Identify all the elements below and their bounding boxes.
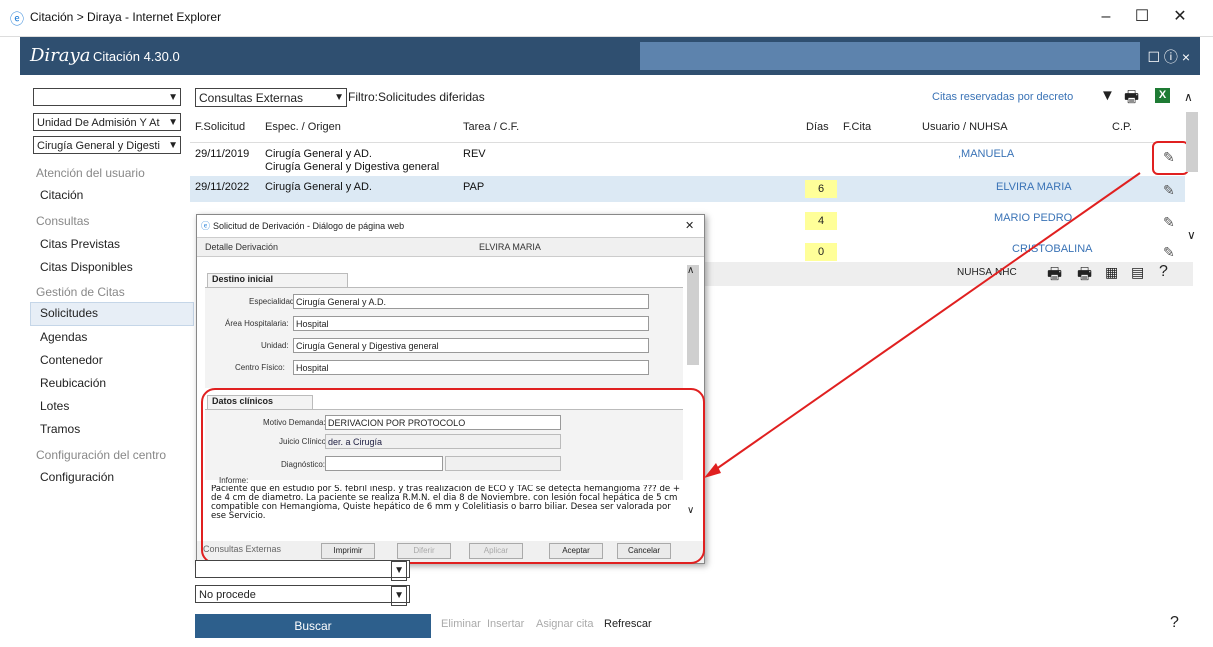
assign-link[interactable]: Asignar cita bbox=[536, 618, 593, 630]
lower-select-no-procede[interactable]: No procede ▼ bbox=[195, 585, 410, 606]
refresh-link[interactable]: Refrescar bbox=[604, 618, 652, 630]
delete-link[interactable]: Eliminar bbox=[441, 618, 481, 630]
lower-select-1[interactable]: ▼ bbox=[195, 560, 410, 581]
chevron-down-icon: ▼ bbox=[391, 586, 407, 606]
insert-link[interactable]: Insertar bbox=[487, 618, 524, 630]
callout-arrow bbox=[704, 172, 1141, 478]
help-icon[interactable]: ? bbox=[1170, 614, 1179, 632]
search-button[interactable]: Buscar bbox=[195, 614, 431, 638]
chevron-down-icon: ▼ bbox=[391, 561, 407, 581]
